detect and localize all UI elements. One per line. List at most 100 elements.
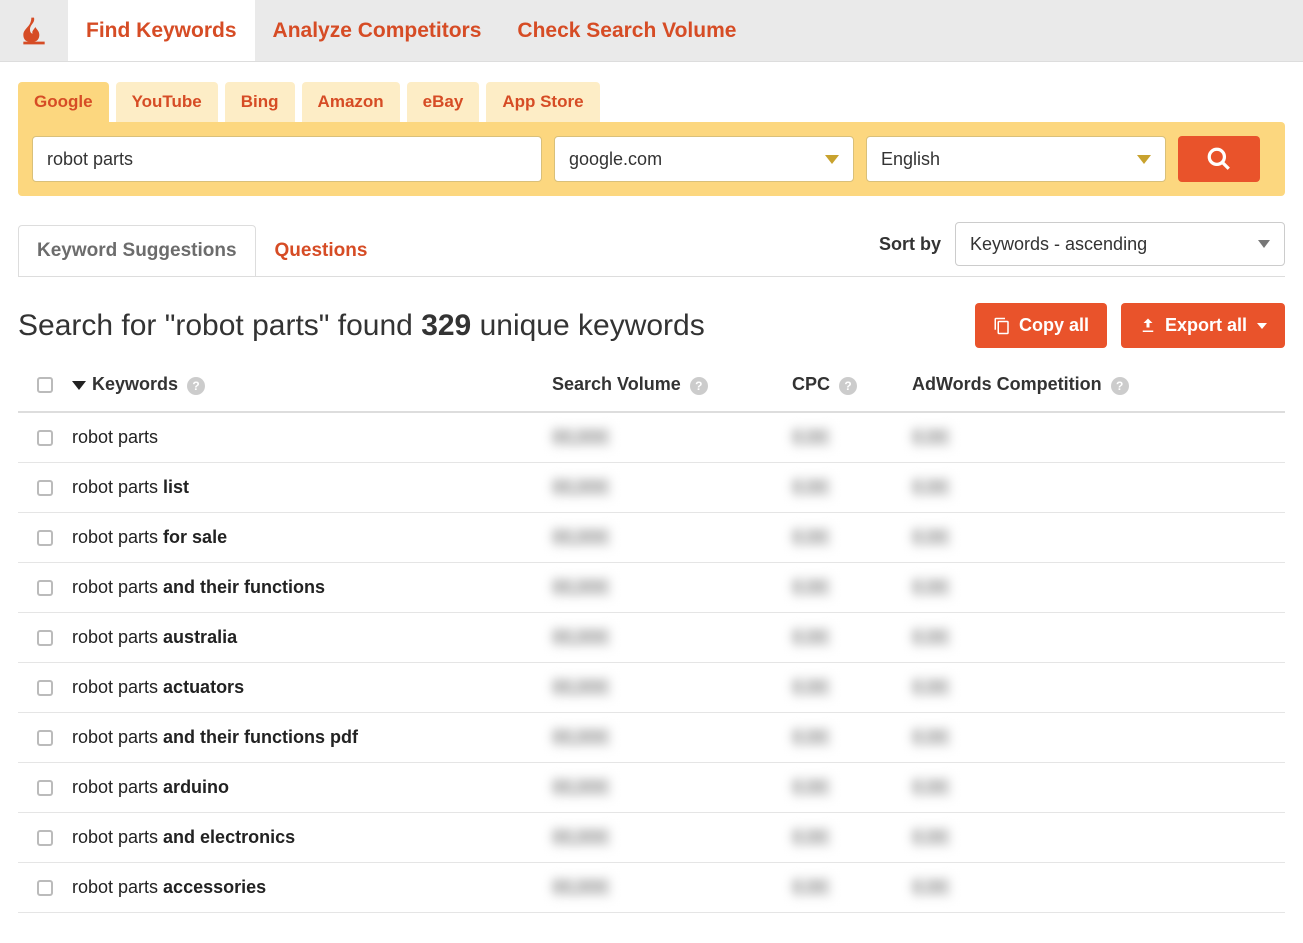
language-select-value: English	[881, 149, 940, 170]
col-search-volume-header[interactable]: Search Volume ?	[552, 374, 792, 395]
help-icon[interactable]: ?	[839, 377, 857, 395]
table-row: robot parts and their functions00,0000.0…	[18, 563, 1285, 613]
cpc-cell: 0.00	[792, 577, 912, 598]
result-tab[interactable]: Questions	[256, 225, 387, 276]
heading-row: Search for "robot parts" found 329 uniqu…	[18, 303, 1285, 348]
keyword-cell[interactable]: robot parts for sale	[72, 527, 552, 548]
row-checkbox[interactable]	[37, 430, 53, 446]
table-row: robot parts actuators00,0000.000.00	[18, 663, 1285, 713]
platform-tab[interactable]: Amazon	[302, 82, 400, 122]
adwords-cell: 0.00	[912, 727, 1285, 748]
copy-icon	[993, 317, 1011, 335]
keyword-cell[interactable]: robot parts accessories	[72, 877, 552, 898]
search-volume-cell: 00,000	[552, 627, 792, 648]
keyword-cell[interactable]: robot parts list	[72, 477, 552, 498]
domain-select-value: google.com	[569, 149, 662, 170]
cpc-cell: 0.00	[792, 627, 912, 648]
help-icon[interactable]: ?	[1111, 377, 1129, 395]
table-row: robot parts and their functions pdf00,00…	[18, 713, 1285, 763]
keyword-cell[interactable]: robot parts and their functions pdf	[72, 727, 552, 748]
chevron-down-icon	[1257, 323, 1267, 329]
result-tabs: Keyword SuggestionsQuestions	[18, 224, 386, 275]
help-icon[interactable]: ?	[690, 377, 708, 395]
language-select[interactable]: English	[866, 136, 1166, 182]
table-row: robot parts for sale00,0000.000.00	[18, 513, 1285, 563]
search-volume-cell: 00,000	[552, 827, 792, 848]
row-checkbox[interactable]	[37, 730, 53, 746]
help-icon[interactable]: ?	[187, 377, 205, 395]
subrow: Keyword SuggestionsQuestions Sort by Key…	[18, 222, 1285, 277]
row-checkbox[interactable]	[37, 630, 53, 646]
chevron-down-icon	[825, 155, 839, 164]
col-keywords-header[interactable]: Keywords ?	[72, 374, 552, 395]
keyword-cell[interactable]: robot parts actuators	[72, 677, 552, 698]
cpc-cell: 0.00	[792, 877, 912, 898]
adwords-cell: 0.00	[912, 777, 1285, 798]
adwords-cell: 0.00	[912, 677, 1285, 698]
col-cpc-header[interactable]: CPC ?	[792, 374, 912, 395]
table-header: Keywords ? Search Volume ? CPC ? AdWords…	[18, 358, 1285, 413]
row-checkbox[interactable]	[37, 530, 53, 546]
row-checkbox[interactable]	[37, 830, 53, 846]
search-volume-cell: 00,000	[552, 877, 792, 898]
result-tab[interactable]: Keyword Suggestions	[18, 225, 256, 276]
table-row: robot parts arduino00,0000.000.00	[18, 763, 1285, 813]
export-all-button[interactable]: Export all	[1121, 303, 1285, 348]
row-checkbox[interactable]	[37, 680, 53, 696]
platform-tab[interactable]: App Store	[486, 82, 599, 122]
search-volume-cell: 00,000	[552, 427, 792, 448]
sort-desc-icon	[72, 381, 86, 390]
sort-select-value: Keywords - ascending	[970, 234, 1147, 255]
row-checkbox[interactable]	[37, 880, 53, 896]
adwords-cell: 0.00	[912, 877, 1285, 898]
search-panel: GoogleYouTubeBingAmazoneBayApp Store goo…	[0, 62, 1303, 196]
topnav-item[interactable]: Find Keywords	[68, 0, 255, 61]
platform-tab[interactable]: YouTube	[116, 82, 218, 122]
topnav-item[interactable]: Check Search Volume	[499, 0, 754, 61]
action-buttons: Copy all Export all	[975, 303, 1285, 348]
platform-tab[interactable]: eBay	[407, 82, 480, 122]
select-all-checkbox[interactable]	[37, 377, 53, 393]
table-row: robot parts00,0000.000.00	[18, 413, 1285, 463]
domain-select[interactable]: google.com	[554, 136, 854, 182]
row-checkbox[interactable]	[37, 480, 53, 496]
search-bar: google.com English	[18, 122, 1285, 196]
cpc-cell: 0.00	[792, 477, 912, 498]
keyword-cell[interactable]: robot parts australia	[72, 627, 552, 648]
adwords-cell: 0.00	[912, 577, 1285, 598]
keyword-cell[interactable]: robot parts and their functions	[72, 577, 552, 598]
results-heading: Search for "robot parts" found 329 uniqu…	[18, 309, 705, 343]
adwords-cell: 0.00	[912, 827, 1285, 848]
platform-tab[interactable]: Google	[18, 82, 109, 122]
keyword-cell[interactable]: robot parts arduino	[72, 777, 552, 798]
search-volume-cell: 00,000	[552, 777, 792, 798]
platform-tabs: GoogleYouTubeBingAmazoneBayApp Store	[18, 82, 1285, 122]
cpc-cell: 0.00	[792, 727, 912, 748]
sort-label: Sort by	[879, 234, 941, 255]
table-row: robot parts and electronics00,0000.000.0…	[18, 813, 1285, 863]
table-row: robot parts list00,0000.000.00	[18, 463, 1285, 513]
copy-all-button[interactable]: Copy all	[975, 303, 1107, 348]
top-nav: Find KeywordsAnalyze CompetitorsCheck Se…	[0, 0, 1303, 62]
sort-select[interactable]: Keywords - ascending	[955, 222, 1285, 266]
cpc-cell: 0.00	[792, 677, 912, 698]
col-adwords-header[interactable]: AdWords Competition ?	[912, 374, 1285, 395]
row-checkbox[interactable]	[37, 780, 53, 796]
keyword-cell[interactable]: robot parts and electronics	[72, 827, 552, 848]
sort-wrap: Sort by Keywords - ascending	[879, 222, 1285, 276]
search-volume-cell: 00,000	[552, 677, 792, 698]
row-checkbox[interactable]	[37, 580, 53, 596]
keyword-input[interactable]	[32, 136, 542, 182]
topnav-item[interactable]: Analyze Competitors	[255, 0, 500, 61]
keyword-cell[interactable]: robot parts	[72, 427, 552, 448]
results-table: Keywords ? Search Volume ? CPC ? AdWords…	[18, 358, 1285, 913]
adwords-cell: 0.00	[912, 527, 1285, 548]
search-volume-cell: 00,000	[552, 527, 792, 548]
export-icon	[1139, 317, 1157, 335]
cpc-cell: 0.00	[792, 777, 912, 798]
logo	[0, 0, 68, 61]
search-button[interactable]	[1178, 136, 1260, 182]
platform-tab[interactable]: Bing	[225, 82, 295, 122]
chevron-down-icon	[1258, 240, 1270, 248]
cpc-cell: 0.00	[792, 827, 912, 848]
